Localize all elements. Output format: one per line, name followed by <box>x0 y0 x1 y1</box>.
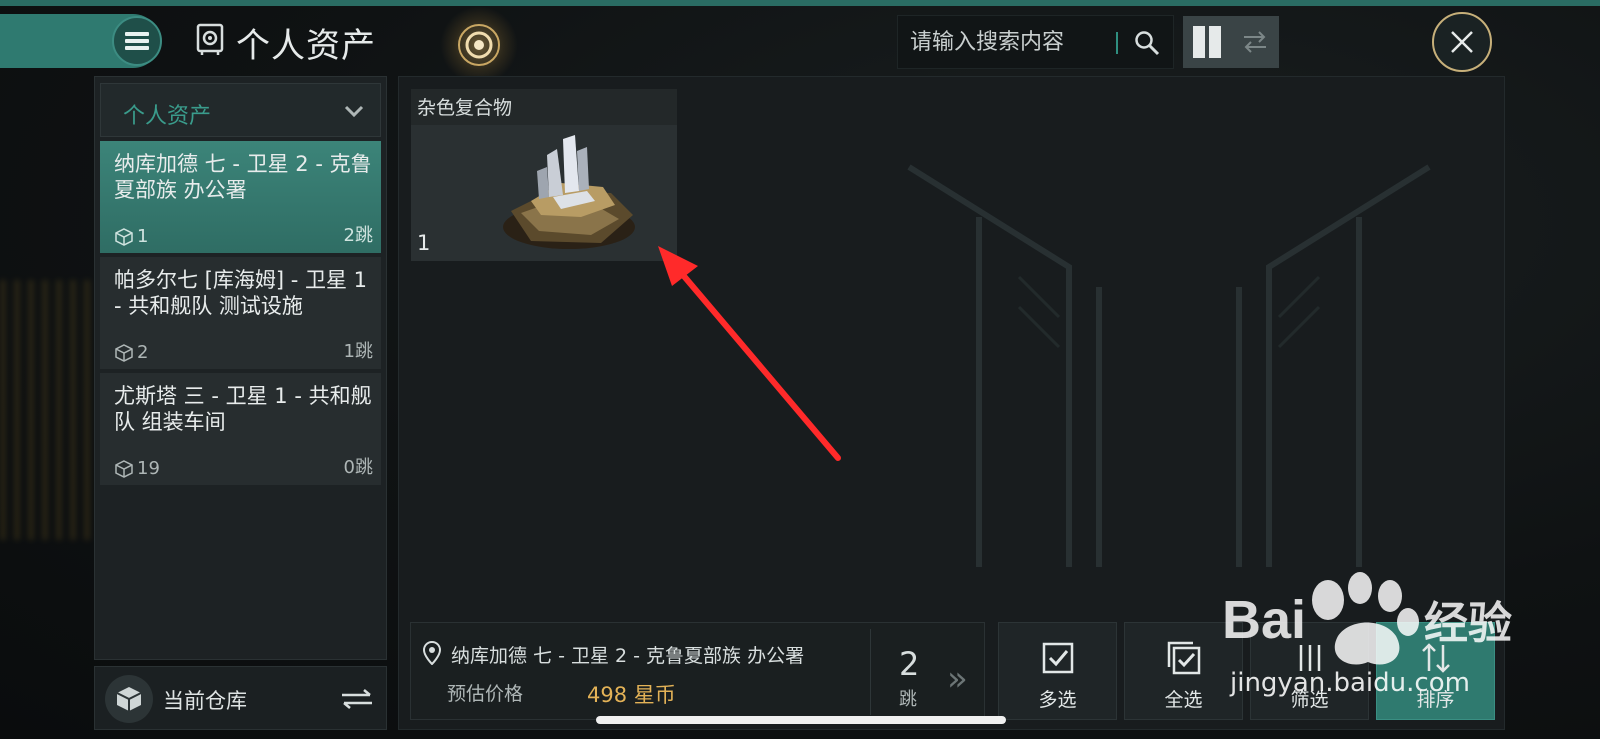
home-indicator <box>596 716 1006 724</box>
cube-icon <box>115 459 133 478</box>
top-accent-strip <box>0 0 1600 6</box>
current-warehouse-bar[interactable]: 当前仓库 <box>94 666 387 730</box>
svg-text:Bai: Bai <box>1222 590 1306 650</box>
jump-count: 1跳 <box>343 341 373 362</box>
menu-button[interactable] <box>112 16 162 66</box>
search-input[interactable] <box>910 16 1110 68</box>
mineral-ore-image <box>503 135 635 249</box>
select-all-label: 全选 <box>1164 689 1203 711</box>
hamburger-icon <box>125 32 149 50</box>
price-label: 预估价格 <box>447 683 524 705</box>
switch-warehouse-icon[interactable] <box>340 689 374 709</box>
search-icon[interactable] <box>1134 30 1160 56</box>
footer-location: 纳库加德 七 - 卫星 2 - 克鲁夏部族 办公署 <box>451 645 805 667</box>
item-quantity: 1 <box>417 231 431 255</box>
location-sidebar: 个人资产 纳库加德 七 - 卫星 2 - 克鲁夏部族 办公署 1 2跳 帕多尔七… <box>94 76 387 660</box>
compass-icon[interactable] <box>455 21 503 69</box>
jump-count: 2跳 <box>343 225 373 246</box>
search-separator <box>1116 32 1118 54</box>
search-box <box>897 15 1174 69</box>
item-name: 杂色复合物 <box>417 97 513 119</box>
price-value: 498 星币 <box>587 683 676 707</box>
warehouse-icon <box>105 675 153 723</box>
location-pin-icon <box>423 641 441 665</box>
baidu-jingyan-watermark: Bai 经验 <box>1222 572 1512 665</box>
watermark-url: jingyan.baidu.com <box>1230 668 1470 698</box>
jumps-number: 2 <box>899 645 920 683</box>
multi-select-icon <box>1042 642 1074 674</box>
chevron-down-icon <box>344 105 364 118</box>
location-name: 纳库加德 七 - 卫星 2 - 克鲁夏部族 办公署 <box>114 152 372 202</box>
location-item[interactable]: 纳库加德 七 - 卫星 2 - 克鲁夏部族 办公署 1 2跳 <box>100 141 381 253</box>
safe-icon <box>196 23 224 55</box>
grid-view-icon <box>1193 26 1221 58</box>
location-item[interactable]: 尤斯塔 三 - 卫星 1 - 共和舰队 组装车间 19 0跳 <box>100 373 381 485</box>
swap-arrows-icon <box>1244 31 1266 53</box>
close-icon <box>1451 31 1473 53</box>
location-item[interactable]: 帕多尔七 [库海姆] - 卫星 1 - 共和舰队 测试设施 2 1跳 <box>100 257 381 369</box>
item-count: 2 <box>137 342 149 363</box>
double-chevron-icon[interactable]: » <box>947 659 968 699</box>
page-title: 个人资产 <box>236 26 376 66</box>
warehouse-label: 当前仓库 <box>163 689 247 713</box>
list-view-button[interactable] <box>1231 16 1279 68</box>
info-divider <box>870 629 871 715</box>
grid-view-button[interactable] <box>1183 16 1231 68</box>
close-button[interactable] <box>1432 12 1492 72</box>
svg-text:经验: 经验 <box>1424 598 1512 649</box>
background-lights <box>0 280 90 540</box>
location-name: 帕多尔七 [库海姆] - 卫星 1 - 共和舰队 测试设施 <box>114 268 368 318</box>
dropdown-label: 个人资产 <box>123 104 212 129</box>
background-architecture <box>907 164 1431 567</box>
multi-select-button[interactable]: 多选 <box>998 622 1117 720</box>
location-info-bar: 纳库加德 七 - 卫星 2 - 克鲁夏部族 办公署 预估价格 498 星币 2 … <box>410 622 985 720</box>
asset-type-dropdown[interactable]: 个人资产 <box>100 83 381 137</box>
jump-count: 0跳 <box>343 457 373 478</box>
item-card[interactable]: 杂色复合物 1 <box>411 89 677 261</box>
cube-icon <box>115 343 133 362</box>
multi-select-label: 多选 <box>1038 689 1077 711</box>
view-toggle <box>1183 16 1279 68</box>
item-count: 19 <box>137 458 160 479</box>
location-name: 尤斯塔 三 - 卫星 1 - 共和舰队 组装车间 <box>114 384 372 434</box>
select-all-icon <box>1167 641 1201 675</box>
item-count: 1 <box>137 226 149 247</box>
red-arrow-annotation <box>658 246 841 461</box>
jumps-unit: 跳 <box>899 689 917 710</box>
cube-icon <box>115 227 133 246</box>
